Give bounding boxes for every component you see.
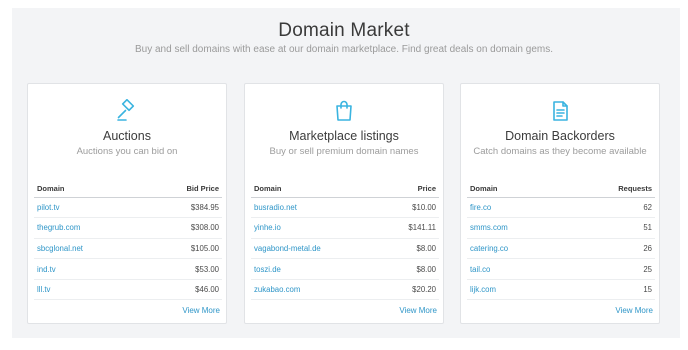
domain-link[interactable]: pilot.tv: [37, 203, 60, 212]
domain-link[interactable]: ind.tv: [37, 265, 56, 274]
domain-link[interactable]: vagabond-metal.de: [254, 244, 321, 253]
domain-link[interactable]: tail.co: [470, 265, 490, 274]
requests-value: 15: [565, 279, 655, 301]
domain-link[interactable]: catering.co: [470, 244, 508, 253]
requests-value: 25: [565, 258, 655, 280]
table-row: thegrub.com $308.00: [34, 217, 222, 239]
marketplace-card: Marketplace listings Buy or sell premium…: [244, 83, 444, 324]
bid-price-value: $308.00: [141, 217, 222, 239]
bid-price-value: $105.00: [141, 238, 222, 260]
card-title: Domain Backorders: [505, 129, 615, 143]
table-row: smms.com 51: [467, 217, 655, 239]
table-row: yinhe.io $141.11: [251, 217, 439, 239]
card-subtitle: Buy or sell premium domain names: [269, 146, 419, 157]
column-header-requests: Requests: [565, 180, 655, 198]
price-value: $141.11: [379, 217, 439, 239]
price-value: $10.00: [379, 197, 439, 219]
domain-link[interactable]: lll.tv: [37, 285, 50, 294]
table-row: zukabao.com $20.20: [251, 279, 439, 301]
requests-value: 51: [565, 217, 655, 239]
view-more-marketplace-link[interactable]: View More: [399, 306, 437, 315]
price-value: $8.00: [379, 258, 439, 280]
column-header-domain: Domain: [467, 180, 566, 198]
column-header-domain: Domain: [251, 180, 380, 198]
marketplace-table: Domain Price busradio.net $10.00 yinhe.io…: [251, 180, 439, 301]
table-row: tail.co 25: [467, 258, 655, 280]
auctions-card: Auctions Auctions you can bid on Domain …: [27, 83, 227, 324]
table-row: busradio.net $10.00: [251, 197, 439, 219]
card-title: Auctions: [103, 129, 151, 143]
auctions-table: Domain Bid Price pilot.tv $384.95 thegrub…: [34, 180, 222, 301]
table-row: lll.tv $46.00: [34, 279, 222, 301]
requests-value: 62: [565, 197, 655, 219]
table-header-row: Domain Price: [251, 180, 439, 198]
domain-link[interactable]: zukabao.com: [254, 285, 300, 294]
domain-link[interactable]: yinhe.io: [254, 223, 281, 232]
column-header-domain: Domain: [34, 180, 142, 198]
table-row: fire.co 62: [467, 197, 655, 219]
card-title: Marketplace listings: [289, 129, 399, 143]
table-row: pilot.tv $384.95: [34, 197, 222, 219]
gavel-icon: [28, 98, 226, 124]
card-subtitle: Auctions you can bid on: [76, 146, 178, 157]
shopping-bag-icon: [245, 98, 443, 124]
view-more-auctions-link[interactable]: View More: [182, 306, 220, 315]
bid-price-value: $384.95: [141, 197, 222, 219]
table-header-row: Domain Bid Price: [34, 180, 222, 198]
requests-value: 26: [565, 238, 655, 260]
price-value: $8.00: [379, 238, 439, 260]
domain-link[interactable]: lijk.com: [470, 285, 496, 294]
domain-link[interactable]: thegrub.com: [37, 223, 80, 232]
backorders-card: Domain Backorders Catch domains as they …: [460, 83, 660, 324]
domain-link[interactable]: busradio.net: [254, 203, 297, 212]
domain-link[interactable]: smms.com: [470, 223, 508, 232]
domain-link[interactable]: toszi.de: [254, 265, 281, 274]
bid-price-value: $53.00: [141, 258, 222, 280]
page-title: Domain Market: [278, 20, 410, 41]
view-more-backorders-link[interactable]: View More: [615, 306, 653, 315]
page-subtitle: Buy and sell domains with ease at our do…: [134, 44, 553, 55]
table-row: vagabond-metal.de $8.00: [251, 238, 439, 260]
table-row: catering.co 26: [467, 238, 655, 260]
table-header-row: Domain Requests: [467, 180, 655, 198]
table-row: toszi.de $8.00: [251, 258, 439, 280]
column-header-price: Price: [379, 180, 439, 198]
column-header-bid-price: Bid Price: [141, 180, 222, 198]
domain-link[interactable]: fire.co: [470, 203, 491, 212]
bid-price-value: $46.00: [141, 279, 222, 301]
table-row: ind.tv $53.00: [34, 258, 222, 280]
table-row: sbcglonal.net $105.00: [34, 238, 222, 260]
domain-link[interactable]: sbcglonal.net: [37, 244, 83, 253]
table-row: lijk.com 15: [467, 279, 655, 301]
backorders-table: Domain Requests fire.co 62 smms.com 51 cat…: [467, 180, 655, 301]
price-value: $20.20: [379, 279, 439, 301]
card-subtitle: Catch domains as they become available: [473, 146, 647, 157]
document-icon: [461, 98, 659, 124]
